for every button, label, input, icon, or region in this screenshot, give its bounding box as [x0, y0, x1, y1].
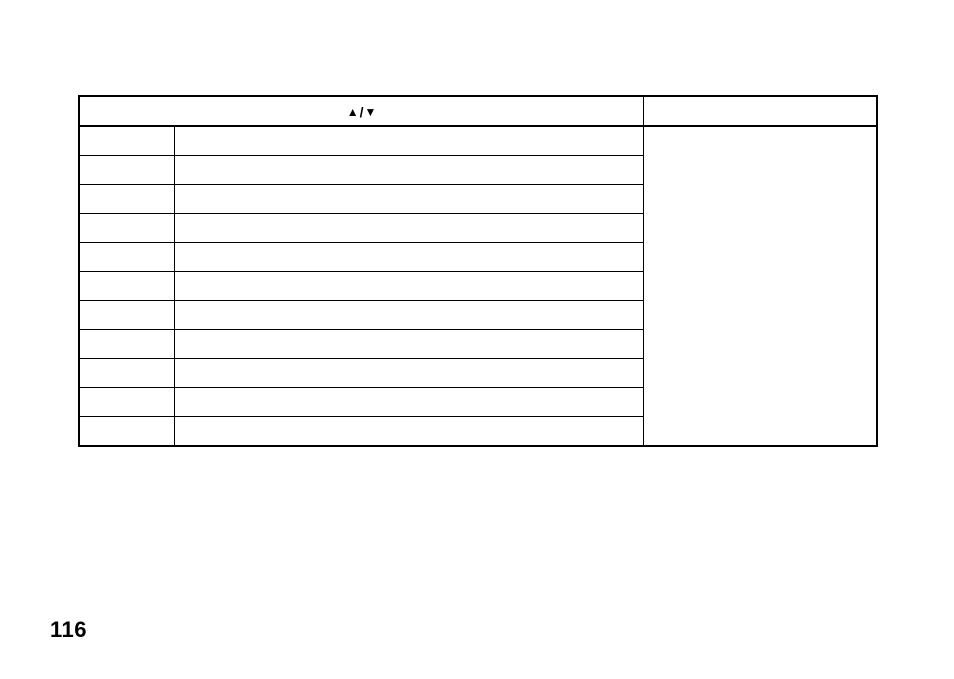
- cell-c2: [175, 243, 644, 272]
- cell-c2: [175, 126, 644, 156]
- table-header-row: ▲/▼: [79, 96, 877, 126]
- table-body: [79, 126, 877, 446]
- cell-c2: [175, 417, 644, 447]
- table-row: [79, 126, 877, 156]
- cell-c2: [175, 156, 644, 185]
- table-container: ▲/▼: [78, 95, 878, 447]
- header-col3: [644, 96, 877, 126]
- cell-c1: [79, 359, 175, 388]
- cell-c1: [79, 156, 175, 185]
- cell-c1: [79, 272, 175, 301]
- cell-c2: [175, 359, 644, 388]
- cell-c3-merged: [644, 126, 877, 446]
- cell-c1: [79, 243, 175, 272]
- cell-c1: [79, 126, 175, 156]
- cell-c2: [175, 185, 644, 214]
- up-down-icon-group: ▲/▼: [347, 104, 377, 119]
- cell-c1: [79, 185, 175, 214]
- cell-c2: [175, 272, 644, 301]
- header-col-nav: ▲/▼: [79, 96, 644, 126]
- cell-c1: [79, 214, 175, 243]
- cell-c1: [79, 301, 175, 330]
- page-number: 116: [50, 617, 87, 643]
- cell-c2: [175, 330, 644, 359]
- cell-c1: [79, 417, 175, 447]
- page: ▲/▼: [0, 0, 954, 679]
- cell-c2: [175, 214, 644, 243]
- triangle-up-icon: ▲: [347, 106, 359, 118]
- settings-table: ▲/▼: [78, 95, 878, 447]
- triangle-down-icon: ▼: [364, 106, 376, 118]
- cell-c2: [175, 388, 644, 417]
- cell-c2: [175, 301, 644, 330]
- cell-c1: [79, 388, 175, 417]
- cell-c1: [79, 330, 175, 359]
